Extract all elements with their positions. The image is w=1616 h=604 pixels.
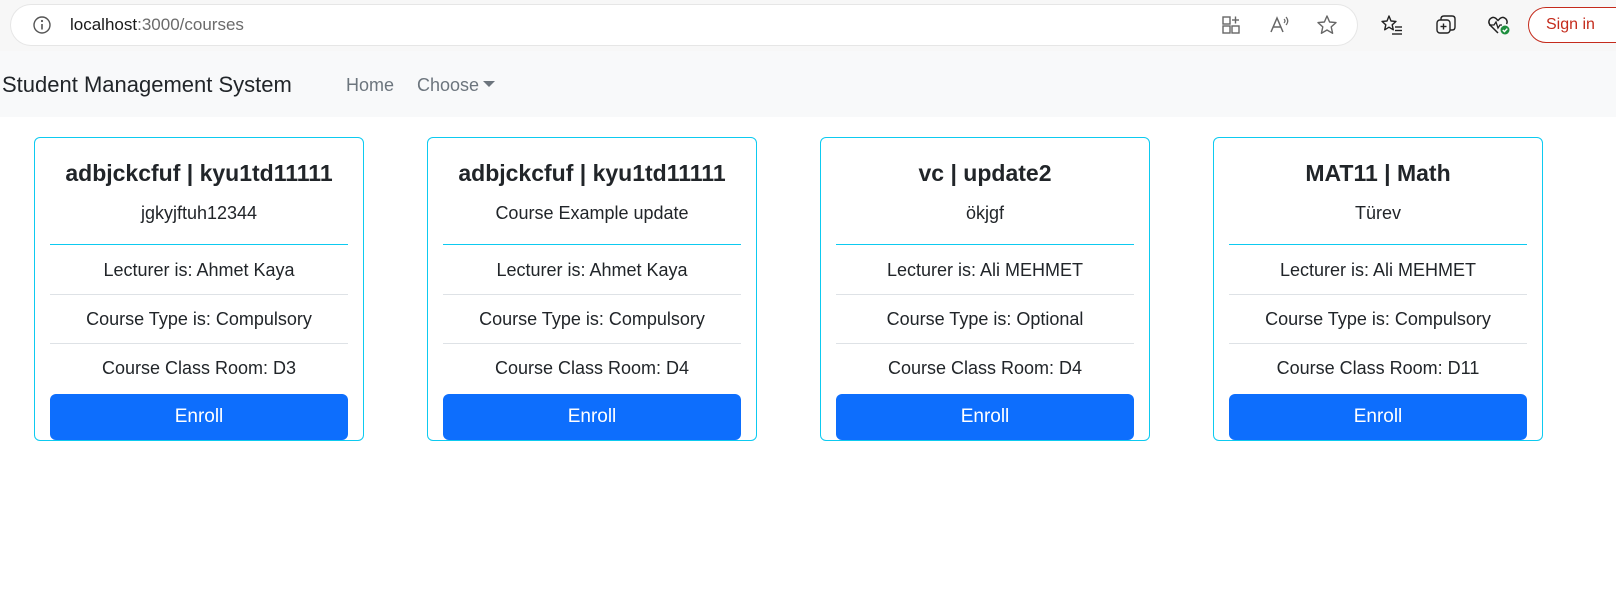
enroll-button[interactable]: Enroll [50, 394, 348, 440]
address-bar[interactable]: localhost:3000/courses [11, 5, 1357, 45]
caret-down-icon [483, 81, 496, 88]
course-type: Course Type is: Compulsory [443, 295, 741, 344]
course-lecturer: Lecturer is: Ahmet Kaya [443, 246, 741, 295]
nav-link-home[interactable]: Home [346, 73, 394, 97]
url-host: localhost [70, 15, 138, 34]
course-description: Course Example update [495, 203, 689, 223]
course-class-room: Course Class Room: D11 [1276, 358, 1480, 378]
favorites-list-icon[interactable] [1381, 14, 1403, 36]
course-description: ökjgf [965, 203, 1005, 223]
url-path: :3000/courses [137, 15, 244, 34]
enroll-button[interactable]: Enroll [443, 394, 741, 440]
course-description: Türev [1354, 203, 1401, 223]
favorite-star-icon[interactable] [1316, 14, 1338, 36]
card-divider [50, 244, 348, 245]
browser-essentials-icon[interactable] [1487, 14, 1510, 36]
url-text[interactable]: localhost:3000/courses [70, 14, 244, 36]
course-description: jgkyjftuh12344 [140, 203, 258, 223]
collections-icon[interactable] [1435, 14, 1457, 36]
info-icon[interactable] [32, 15, 52, 35]
nav-dropdown-choose[interactable]: Choose [417, 73, 496, 97]
sign-in-label: Sign in [1546, 16, 1595, 33]
course-type: Course Type is: Compulsory [50, 295, 348, 344]
course-title: adbjckcfuf | kyu1td11111 [65, 160, 333, 186]
app-available-icon[interactable] [1220, 14, 1242, 36]
course-lecturer: Lecturer is: Ahmet Kaya [50, 246, 348, 295]
nav-dropdown-label: Choose [417, 75, 480, 95]
course-type: Course Type is: Compulsory [1229, 295, 1527, 344]
course-card: vc | update2 ökjgf Lecturer is: Ali MEHM… [820, 137, 1150, 441]
card-divider [836, 244, 1134, 245]
read-aloud-icon[interactable] [1268, 14, 1290, 36]
enroll-button[interactable]: Enroll [836, 394, 1134, 440]
course-title: MAT11 | Math [1305, 160, 1451, 186]
course-class-room: Course Class Room: D3 [101, 358, 297, 378]
course-title: vc | update2 [918, 160, 1052, 186]
course-type: Course Type is: Optional [836, 295, 1134, 344]
course-title: adbjckcfuf | kyu1td11111 [458, 160, 726, 186]
course-lecturer: Lecturer is: Ali MEHMET [1229, 246, 1527, 295]
browser-toolbar: localhost:3000/courses Sign in [0, 0, 1616, 51]
course-class-room: Course Class Room: D4 [494, 358, 690, 378]
course-lecturer: Lecturer is: Ali MEHMET [836, 246, 1134, 295]
course-card: MAT11 | Math Türev Lecturer is: Ali MEHM… [1213, 137, 1543, 441]
course-class-room: Course Class Room: D4 [887, 358, 1083, 378]
course-card: adbjckcfuf | kyu1td11111 jgkyjftuh12344 … [34, 137, 364, 441]
sign-in-button[interactable]: Sign in [1528, 7, 1616, 43]
card-divider [443, 244, 741, 245]
navbar-brand[interactable]: Student Management System [2, 71, 292, 99]
card-divider [1229, 244, 1527, 245]
course-card: adbjckcfuf | kyu1td11111 Course Example … [427, 137, 757, 441]
enroll-button[interactable]: Enroll [1229, 394, 1527, 440]
app-navbar: Student Management System Home Choose [0, 51, 1616, 117]
